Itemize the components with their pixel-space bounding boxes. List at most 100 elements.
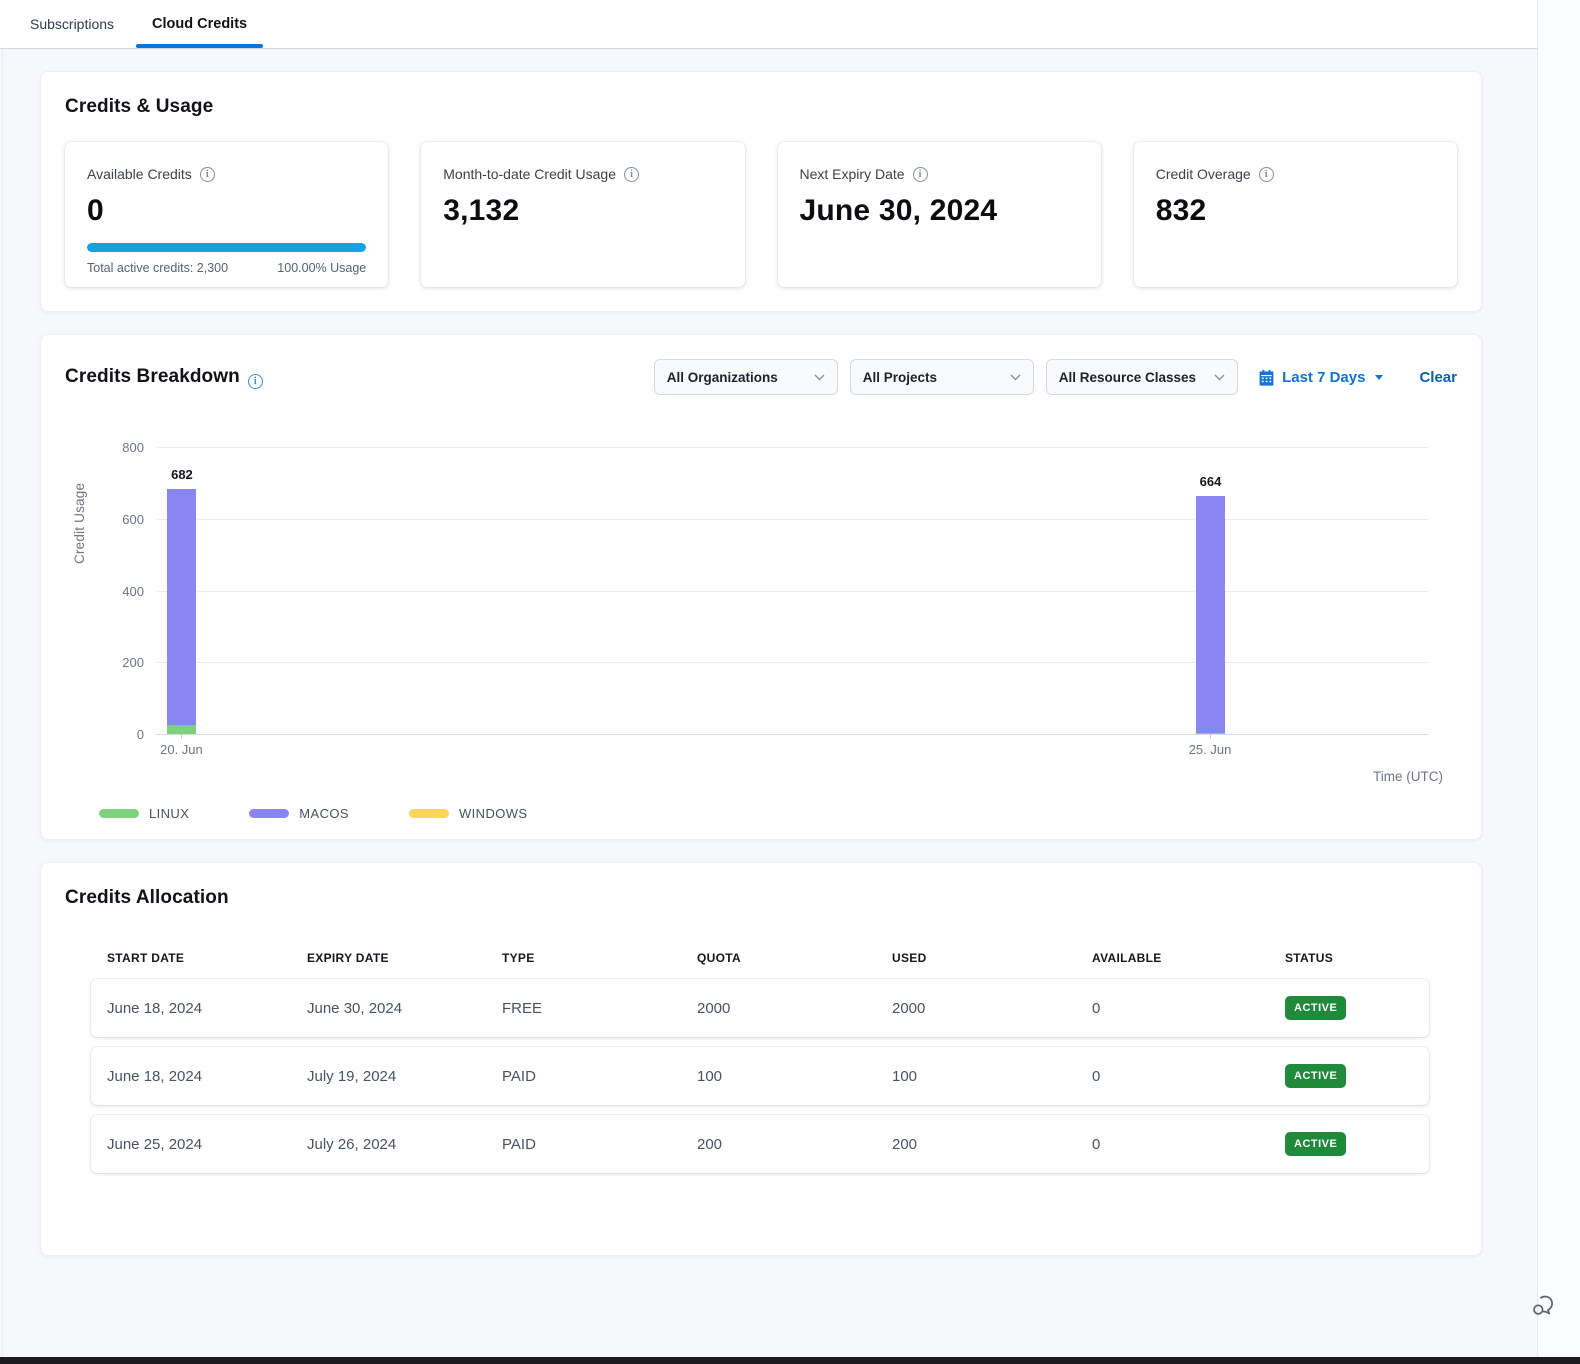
bar-total-label: 682 — [171, 467, 193, 482]
stat-card-label: Next Expiry Datei — [800, 166, 1079, 182]
x-axis-tick — [1210, 734, 1211, 739]
info-icon[interactable]: i — [248, 374, 263, 389]
cell-type: PAID — [502, 1068, 697, 1085]
bar-segment-macos — [1196, 496, 1225, 733]
total-active-credits-text: Total active credits: 2,300 — [87, 261, 228, 275]
status-badge: ACTIVE — [1285, 1132, 1346, 1156]
bottom-window-bar — [0, 1357, 1580, 1364]
stat-card-value: June 30, 2024 — [800, 194, 1079, 228]
x-axis-tick-label: 25. Jun — [1189, 742, 1232, 757]
bar-segment-linux — [167, 725, 196, 734]
credits-allocation-table: START DATEEXPIRY DATETYPEQUOTAUSEDAVAILA… — [91, 951, 1429, 1173]
credits-breakdown-title: Credits Breakdown i — [65, 366, 263, 389]
chart-gridline — [156, 519, 1429, 520]
help-chat-button[interactable] — [1526, 1288, 1560, 1322]
date-range-picker[interactable]: Last 7 Days — [1258, 369, 1383, 386]
y-axis-tick-label: 800 — [104, 440, 144, 455]
chevron-down-icon — [1214, 374, 1225, 381]
cell-start: June 25, 2024 — [107, 1136, 307, 1153]
legend-label: LINUX — [149, 806, 189, 821]
chart-gridline — [156, 447, 1429, 448]
credits-usage-title: Credits & Usage — [65, 96, 1457, 118]
right-gutter — [1537, 0, 1580, 1357]
table-row[interactable]: June 18, 2024July 19, 2024PAID1001000ACT… — [91, 1047, 1429, 1105]
table-header-row: START DATEEXPIRY DATETYPEQUOTAUSEDAVAILA… — [91, 951, 1429, 979]
stat-card-available-credits: Available Creditsi0Total active credits:… — [65, 142, 388, 287]
stat-card-label: Credit Overage i — [1156, 166, 1435, 182]
credit-usage-chart: 0200400600800Credit Usage68220. Jun66425… — [156, 447, 1429, 734]
credits-breakdown-section: Credits Breakdown i All Organizations All… — [40, 334, 1482, 840]
y-axis-tick-label: 200 — [104, 655, 144, 670]
legend-swatch-windows — [409, 809, 449, 818]
cell-status: ACTIVE — [1285, 1132, 1429, 1156]
breakdown-header: Credits Breakdown i All Organizations All… — [65, 359, 1457, 395]
breakdown-filters: All Organizations All Projects All Resou… — [654, 359, 1457, 395]
x-axis-title: Time (UTC) — [1373, 769, 1443, 784]
credit-usage-progressbar — [87, 243, 366, 252]
stat-card-label-text: Credit Overage — [1156, 166, 1251, 182]
chart-gridline — [156, 662, 1429, 663]
chevron-down-icon — [1010, 374, 1021, 381]
resource-classes-select-value: All Resource Classes — [1059, 370, 1196, 385]
caret-down-icon — [1375, 375, 1383, 380]
status-badge: ACTIVE — [1285, 1064, 1346, 1088]
stat-card-value: 832 — [1156, 194, 1435, 228]
cell-available: 0 — [1092, 1136, 1285, 1153]
bar-segment-macos — [167, 489, 196, 725]
content-left-border — [2, 49, 3, 1357]
info-icon[interactable]: i — [624, 167, 639, 182]
legend-swatch-linux — [99, 809, 139, 818]
y-axis-tick-label: 400 — [104, 584, 144, 599]
cell-quota: 200 — [697, 1136, 892, 1153]
legend-item-linux[interactable]: LINUX — [99, 806, 189, 821]
stat-card-label: Available Creditsi — [87, 166, 366, 182]
status-badge: ACTIVE — [1285, 996, 1346, 1020]
info-icon[interactable]: i — [913, 167, 928, 182]
usage-percent-text: 100.00% Usage — [277, 261, 366, 275]
info-icon[interactable]: i — [1259, 167, 1274, 182]
column-header-quota: QUOTA — [697, 951, 892, 965]
cell-start: June 18, 2024 — [107, 1000, 307, 1017]
x-axis-tick-label: 20. Jun — [160, 742, 203, 757]
stat-card-month-to-date-credit-usage: Month-to-date Credit Usagei 3,132 — [421, 142, 744, 287]
table-row[interactable]: June 18, 2024June 30, 2024FREE200020000A… — [91, 979, 1429, 1037]
column-header-status: STATUS — [1285, 951, 1429, 965]
table-row[interactable]: June 25, 2024July 26, 2024PAID2002000ACT… — [91, 1115, 1429, 1173]
cell-used: 2000 — [892, 1000, 1092, 1017]
stat-card-value: 3,132 — [443, 194, 722, 228]
tab-bar: Subscriptions Cloud Credits — [0, 0, 1537, 49]
projects-select-value: All Projects — [863, 370, 937, 385]
legend-item-macos[interactable]: MACOS — [249, 806, 349, 821]
bar-total-label: 664 — [1200, 474, 1222, 489]
y-axis-title: Credit Usage — [72, 443, 87, 603]
chart-bar-25-Jun[interactable]: 664 — [1196, 496, 1225, 734]
cell-used: 100 — [892, 1068, 1092, 1085]
legend-label: WINDOWS — [459, 806, 528, 821]
page-content: Credits & Usage Available Creditsi0Total… — [0, 49, 1537, 1318]
stat-card-footer: Total active credits: 2,300 100.00% Usage — [87, 261, 366, 275]
info-icon[interactable]: i — [200, 167, 215, 182]
cell-start: June 18, 2024 — [107, 1068, 307, 1085]
organizations-select[interactable]: All Organizations — [654, 359, 838, 395]
cell-expiry: July 26, 2024 — [307, 1136, 502, 1153]
projects-select[interactable]: All Projects — [850, 359, 1034, 395]
cell-available: 0 — [1092, 1000, 1285, 1017]
stat-card-credit-overage: Credit Overage i 832 — [1134, 142, 1457, 287]
credits-breakdown-title-text: Credits Breakdown — [65, 366, 240, 387]
cell-type: FREE — [502, 1000, 697, 1017]
resource-classes-select[interactable]: All Resource Classes — [1046, 359, 1238, 395]
cell-status: ACTIVE — [1285, 996, 1429, 1020]
chart-bar-20-Jun[interactable]: 682 — [167, 489, 196, 734]
stat-card-label: Month-to-date Credit Usagei — [443, 166, 722, 182]
legend-item-windows[interactable]: WINDOWS — [409, 806, 528, 821]
clear-filters-button[interactable]: Clear — [1419, 369, 1457, 386]
chat-bubbles-icon — [1529, 1291, 1557, 1319]
chart-gridline — [156, 734, 1429, 735]
cell-quota: 100 — [697, 1068, 892, 1085]
tab-subscriptions[interactable]: Subscriptions — [24, 0, 120, 48]
tab-cloud-credits[interactable]: Cloud Credits — [146, 0, 253, 48]
column-header-available: AVAILABLE — [1092, 951, 1285, 965]
column-header-expiry-date: EXPIRY DATE — [307, 951, 502, 965]
credit-usage-progress-fill — [87, 243, 366, 252]
cell-status: ACTIVE — [1285, 1064, 1429, 1088]
